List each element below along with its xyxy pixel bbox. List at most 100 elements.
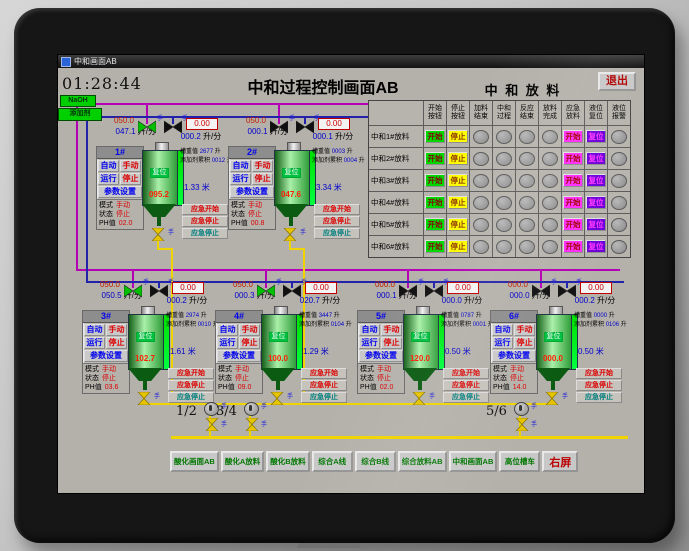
emergency-start-button[interactable]: 应急开始: [443, 368, 489, 379]
emergency-start-button[interactable]: 应急开始: [182, 204, 228, 215]
nav-button[interactable]: 右屏: [542, 451, 579, 472]
emergency-stop-alt-button[interactable]: 应急停止: [576, 392, 622, 403]
auto-button[interactable]: 自动: [359, 324, 380, 336]
emergency-stop-button[interactable]: 应急停止: [576, 380, 622, 391]
nav-button[interactable]: 中和画面AB: [448, 451, 498, 472]
emergency-stop-alt-button[interactable]: 应急停止: [314, 228, 360, 239]
nav-button[interactable]: 酸化B放料: [266, 451, 310, 472]
start-button[interactable]: 开始: [425, 218, 445, 231]
manual-button[interactable]: 手动: [514, 324, 535, 336]
emergency-stop-button[interactable]: 应急停止: [168, 380, 214, 391]
run-button[interactable]: 运行: [230, 173, 251, 185]
level-reset-button[interactable]: 复位: [586, 152, 606, 165]
stop-button[interactable]: 停止: [448, 218, 468, 231]
tank-reset-button[interactable]: 复位: [269, 332, 288, 342]
run-button[interactable]: 运行: [84, 337, 105, 349]
emergency-discharge-button[interactable]: 开始: [563, 196, 583, 209]
emergency-stop-button[interactable]: 应急停止: [443, 380, 489, 391]
manual-button[interactable]: 手动: [252, 160, 273, 172]
stop-button[interactable]: 停止: [448, 130, 468, 143]
nav-button[interactable]: 酸化画面AB: [170, 451, 219, 472]
params-button[interactable]: 参数设置: [84, 350, 128, 362]
level-reset-button[interactable]: 复位: [586, 130, 606, 143]
emergency-start-button[interactable]: 应急开始: [576, 368, 622, 379]
emergency-stop-button[interactable]: 应急停止: [314, 216, 360, 227]
emergency-discharge-button[interactable]: 开始: [563, 240, 583, 253]
tank-reset-button[interactable]: 复位: [150, 168, 169, 178]
emergency-start-button[interactable]: 应急开始: [168, 368, 214, 379]
nav-button[interactable]: 综合B线: [354, 451, 396, 472]
run-button[interactable]: 运行: [492, 337, 513, 349]
emergency-stop-alt-button[interactable]: 应急停止: [443, 392, 489, 403]
emergency-discharge-button[interactable]: 开始: [563, 174, 583, 187]
discharge-valve-icon[interactable]: [137, 391, 151, 407]
emergency-stop-button[interactable]: 应急停止: [301, 380, 347, 391]
stop-button[interactable]: 停止: [448, 196, 468, 209]
manual-button[interactable]: 手动: [239, 324, 260, 336]
tank-reset-button[interactable]: 复位: [136, 332, 155, 342]
start-button[interactable]: 开始: [425, 174, 445, 187]
emergency-start-button[interactable]: 应急开始: [314, 204, 360, 215]
params-button[interactable]: 参数设置: [230, 186, 274, 198]
discharge-valve-icon[interactable]: [545, 391, 559, 407]
start-button[interactable]: 开始: [425, 130, 445, 143]
auto-button[interactable]: 自动: [98, 160, 119, 172]
naoh-valve-icon[interactable]: [123, 284, 143, 300]
params-button[interactable]: 参数设置: [359, 350, 403, 362]
level-reset-button[interactable]: 复位: [586, 196, 606, 209]
tank-reset-button[interactable]: 复位: [411, 332, 430, 342]
discharge-valve-icon[interactable]: [412, 391, 426, 407]
stop-button[interactable]: 停止: [448, 174, 468, 187]
start-button[interactable]: 开始: [425, 152, 445, 165]
naoh-valve-icon[interactable]: [269, 120, 289, 136]
stop-button[interactable]: 停止: [120, 173, 141, 185]
emergency-stop-alt-button[interactable]: 应急停止: [301, 392, 347, 403]
level-reset-button[interactable]: 复位: [586, 174, 606, 187]
emergency-stop-button[interactable]: 应急停止: [182, 216, 228, 227]
pump-valve-icon[interactable]: [515, 417, 529, 436]
auto-button[interactable]: 自动: [492, 324, 513, 336]
exit-button[interactable]: 退出: [598, 72, 636, 91]
stop-button[interactable]: 停止: [448, 152, 468, 165]
naoh-valve-icon[interactable]: [256, 284, 276, 300]
pump-icon[interactable]: [244, 402, 259, 416]
manual-button[interactable]: 手动: [120, 160, 141, 172]
pump-valve-icon[interactable]: [245, 417, 259, 436]
nav-button[interactable]: 酸化A放料: [220, 451, 265, 472]
stop-button[interactable]: 停止: [448, 240, 468, 253]
stop-button[interactable]: 停止: [106, 337, 127, 349]
stop-button[interactable]: 停止: [239, 337, 260, 349]
emergency-stop-alt-button[interactable]: 应急停止: [182, 228, 228, 239]
naoh-valve-icon[interactable]: [137, 120, 157, 136]
start-button[interactable]: 开始: [425, 196, 445, 209]
run-button[interactable]: 运行: [98, 173, 119, 185]
stop-button[interactable]: 停止: [514, 337, 535, 349]
emergency-start-button[interactable]: 应急开始: [301, 368, 347, 379]
manual-button[interactable]: 手动: [106, 324, 127, 336]
params-button[interactable]: 参数设置: [98, 186, 142, 198]
nav-button[interactable]: 高位槽车: [499, 451, 541, 472]
level-reset-button[interactable]: 复位: [586, 218, 606, 231]
level-reset-button[interactable]: 复位: [586, 240, 606, 253]
naoh-valve-icon[interactable]: [531, 284, 551, 300]
manual-button[interactable]: 手动: [381, 324, 402, 336]
emergency-discharge-button[interactable]: 开始: [563, 152, 583, 165]
start-button[interactable]: 开始: [425, 240, 445, 253]
stop-button[interactable]: 停止: [381, 337, 402, 349]
params-button[interactable]: 参数设置: [492, 350, 536, 362]
pump-icon[interactable]: [514, 402, 529, 416]
emergency-discharge-button[interactable]: 开始: [563, 218, 583, 231]
run-button[interactable]: 运行: [217, 337, 238, 349]
nav-button[interactable]: 综合A线: [311, 451, 353, 472]
auto-button[interactable]: 自动: [230, 160, 251, 172]
auto-button[interactable]: 自动: [84, 324, 105, 336]
tank-reset-button[interactable]: 复位: [544, 332, 563, 342]
auto-button[interactable]: 自动: [217, 324, 238, 336]
emergency-discharge-button[interactable]: 开始: [563, 130, 583, 143]
run-button[interactable]: 运行: [359, 337, 380, 349]
tank-reset-button[interactable]: 复位: [282, 168, 301, 178]
nav-button[interactable]: 综合放料AB: [397, 451, 447, 472]
stop-button[interactable]: 停止: [252, 173, 273, 185]
naoh-valve-icon[interactable]: [398, 284, 418, 300]
params-button[interactable]: 参数设置: [217, 350, 261, 362]
